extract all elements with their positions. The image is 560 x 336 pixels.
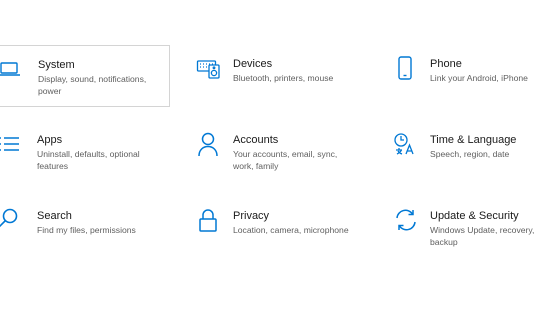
tile-description: Windows Update, recovery, backup — [430, 225, 535, 247]
search-icon — [0, 207, 21, 233]
tile-search[interactable]: Search Find my files, permissions — [0, 197, 170, 259]
tile-update-security[interactable]: Update & Security Windows Update, recove… — [393, 197, 560, 259]
tile-description: Your accounts, email, sync, work, family — [233, 149, 338, 171]
tile-title: Time & Language — [430, 134, 517, 146]
laptop-icon — [0, 56, 22, 82]
tile-privacy[interactable]: Privacy Location, camera, microphone — [196, 197, 372, 259]
tile-title: Privacy — [233, 210, 270, 222]
tile-description: Location, camera, microphone — [233, 225, 349, 235]
keyboard-speaker-icon — [196, 55, 222, 81]
tile-time-language[interactable]: Time & Language Speech, region, date — [393, 121, 560, 183]
phone-icon — [393, 55, 419, 81]
tile-title: Phone — [430, 58, 462, 70]
person-icon — [196, 131, 222, 157]
tile-system[interactable]: System Display, sound, notifications, po… — [0, 45, 170, 107]
tile-description: Display, sound, notifications, power — [38, 74, 147, 96]
tile-description: Speech, region, date — [430, 149, 510, 159]
sync-icon — [393, 207, 419, 233]
tile-title: Apps — [37, 134, 63, 146]
lock-icon — [196, 207, 222, 233]
tile-description: Find my files, permissions — [37, 225, 136, 235]
tile-description: Link your Android, iPhone — [430, 73, 528, 83]
tile-title: Search — [37, 210, 72, 222]
tile-phone[interactable]: Phone Link your Android, iPhone — [393, 45, 560, 107]
tile-apps[interactable]: Apps Uninstall, defaults, optional featu… — [0, 121, 170, 183]
tile-title: Devices — [233, 58, 273, 70]
tile-title: Update & Security — [430, 210, 519, 222]
apps-list-icon — [0, 131, 21, 157]
time-language-icon — [393, 131, 419, 157]
tile-accounts[interactable]: Accounts Your accounts, email, sync, wor… — [196, 121, 372, 183]
tile-title: Accounts — [233, 134, 279, 146]
tile-description: Bluetooth, printers, mouse — [233, 73, 334, 83]
tile-description: Uninstall, defaults, optional features — [37, 149, 140, 171]
tile-title: System — [38, 59, 75, 71]
tile-devices[interactable]: Devices Bluetooth, printers, mouse — [196, 45, 372, 107]
